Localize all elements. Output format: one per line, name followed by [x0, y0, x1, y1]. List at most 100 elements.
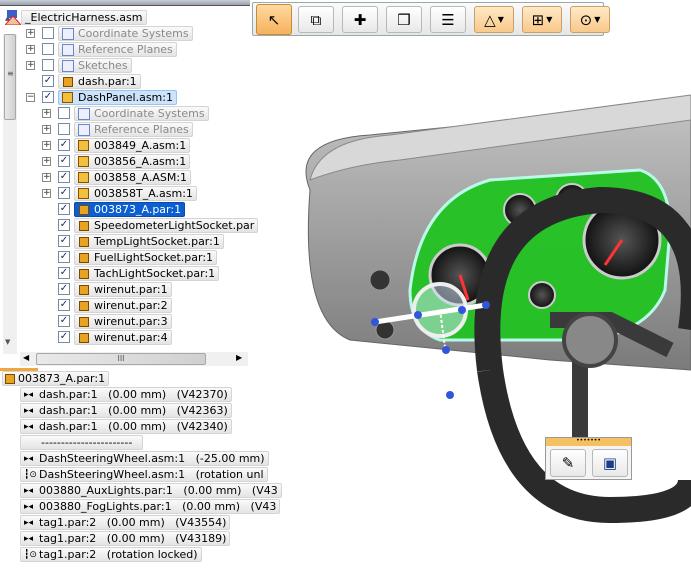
tree-item-label: 003858T_A.asm:1 — [94, 187, 193, 200]
visibility-checkbox[interactable]: ✓ — [58, 219, 70, 231]
dropdown-arrow-icon[interactable]: ▼ — [594, 15, 600, 24]
relationship-label: tag1.par:2 (rotation locked) — [39, 548, 198, 561]
expand-toggle[interactable]: + — [26, 61, 35, 70]
reference-planes-icon — [78, 124, 90, 136]
scroll-left-arrow[interactable]: ◀ — [23, 353, 29, 362]
tree-item[interactable]: ✓ wirenut.par:2 — [0, 298, 250, 313]
tree-item[interactable]: ✓ TempLightSocket.par:1 — [0, 234, 250, 249]
edit-part-button[interactable]: ✎ — [550, 449, 586, 477]
mini-toolbar: ••••••• ✎ ▣ — [545, 437, 632, 480]
window-icon: ▣ — [602, 454, 618, 472]
tree-item[interactable]: − ✓ DashPanel.asm:1 — [0, 90, 250, 105]
expand-toggle[interactable]: + — [42, 125, 51, 134]
tree-horizontal-scrollbar[interactable]: ◀ III ▶ — [20, 352, 248, 366]
flow-dropdown[interactable]: ⊞ ▼ — [522, 6, 562, 33]
tree-item[interactable]: ✓ TachLightSocket.par:1 — [0, 266, 250, 281]
flow-icon: ⊞ — [531, 10, 545, 29]
relationship-label: tag1.par:2 (0.00 mm) (V43554) — [39, 516, 227, 529]
tree-item[interactable]: + ✓ 003858T_A.asm:1 — [0, 186, 250, 201]
constraint-dropdown[interactable]: ⊙ ▼ — [570, 6, 610, 33]
tree-item[interactable]: ✓ FuelLightSocket.par:1 — [0, 250, 250, 265]
tree-item[interactable]: ✓ wirenut.par:1 — [0, 282, 250, 297]
tree-item[interactable]: + Reference Planes — [0, 122, 250, 137]
tree-item-label: 003849_A.asm:1 — [94, 139, 187, 152]
tree-item[interactable]: + ✓ 003856_A.asm:1 — [0, 154, 250, 169]
visibility-checkbox[interactable]: ✓ — [58, 235, 70, 247]
axial-align-icon: ┇⊙ — [24, 470, 37, 480]
tree-item[interactable]: ✓ wirenut.par:3 — [0, 314, 250, 329]
tree-item-label: 003873_A.par:1 — [94, 203, 182, 216]
tree-item[interactable]: + ✓ 003858_A.ASM:1 — [0, 170, 250, 185]
mate-icon: ▸◂ — [24, 502, 34, 512]
visibility-checkbox[interactable]: ✓ — [58, 155, 70, 167]
tree-item-label: Reference Planes — [78, 43, 173, 56]
mate-icon: ▸◂ — [24, 454, 34, 464]
visibility-checkbox[interactable]: ✓ — [58, 187, 70, 199]
visibility-checkbox[interactable]: ✓ — [58, 299, 70, 311]
move-dropdown[interactable]: △ ▼ — [474, 6, 514, 33]
visibility-checkbox[interactable] — [58, 123, 70, 135]
visibility-checkbox[interactable] — [58, 107, 70, 119]
visibility-checkbox[interactable]: ✓ — [58, 267, 70, 279]
visibility-checkbox[interactable] — [42, 27, 54, 39]
visibility-checkbox[interactable] — [42, 59, 54, 71]
tree-item-label: wirenut.par:2 — [94, 299, 168, 312]
tree-item[interactable]: + ✓ 003849_A.asm:1 — [0, 138, 250, 153]
part-icon — [79, 205, 89, 215]
dropdown-arrow-icon[interactable]: ▼ — [498, 15, 504, 24]
visibility-checkbox[interactable]: ✓ — [58, 139, 70, 151]
scroll-right-arrow[interactable]: ▶ — [236, 353, 242, 362]
axial-align-icon: ┇⊙ — [24, 550, 37, 560]
tree-item-label: dash.par:1 — [78, 75, 137, 88]
relationship-label: 003880_AuxLights.par:1 (0.00 mm) (V43 — [39, 484, 278, 497]
relationship-label: dash.par:1 (0.00 mm) (V42363) — [39, 404, 228, 417]
tree-item[interactable]: ✓ SpeedometerLightSocket.par — [0, 218, 259, 233]
grip-label: III — [117, 354, 125, 363]
visibility-checkbox[interactable]: ✓ — [58, 331, 70, 343]
expand-toggle[interactable]: + — [42, 109, 51, 118]
expand-toggle[interactable]: + — [42, 189, 51, 198]
tree-item-label: TachLightSocket.par:1 — [94, 267, 216, 280]
visibility-checkbox[interactable]: ✓ — [42, 91, 54, 103]
expand-toggle[interactable]: − — [26, 93, 35, 102]
hscroll-thumb[interactable]: III — [36, 353, 206, 365]
visibility-checkbox[interactable]: ✓ — [58, 203, 70, 215]
visibility-checkbox[interactable]: ✓ — [58, 171, 70, 183]
part-icon — [79, 301, 89, 311]
visibility-checkbox[interactable]: ✓ — [58, 251, 70, 263]
tree-item[interactable]: ✓ dash.par:1 — [0, 74, 250, 89]
select-tool-button[interactable]: ↖ — [256, 4, 292, 35]
tree-item[interactable]: + Reference Planes — [0, 42, 250, 57]
tree-item[interactable]: + Coordinate Systems — [0, 106, 250, 121]
visibility-checkbox[interactable] — [42, 43, 54, 55]
tree-item[interactable]: ✓ wirenut.par:4 — [0, 330, 250, 345]
part-icon — [79, 317, 89, 327]
view-button[interactable]: ▣ — [592, 449, 628, 477]
add-part-icon: ✚ — [353, 10, 367, 29]
expand-toggle[interactable]: + — [42, 141, 51, 150]
assembly-icon — [78, 188, 89, 199]
tree-item-label: wirenut.par:4 — [94, 331, 168, 344]
tree-item[interactable]: + Coordinate Systems — [0, 26, 250, 41]
tree-item[interactable]: ✓ 003873_A.par:1 — [0, 202, 250, 217]
expand-toggle[interactable]: + — [26, 29, 35, 38]
dropdown-arrow-icon[interactable]: ▼ — [546, 15, 552, 24]
tree-item[interactable]: + Sketches — [0, 58, 250, 73]
mate-icon: ▸◂ — [24, 518, 34, 528]
expand-toggle[interactable]: + — [42, 157, 51, 166]
copy-button[interactable]: ⧉ — [298, 6, 334, 33]
list-button[interactable]: ☰ — [430, 6, 466, 33]
tree-item-label: DashPanel.asm:1 — [78, 91, 173, 104]
visibility-checkbox[interactable]: ✓ — [58, 283, 70, 295]
select-parts-button[interactable]: ❒ — [386, 6, 422, 33]
expand-toggle[interactable]: + — [26, 45, 35, 54]
relationship-label: 003880_FogLights.par:1 (0.00 mm) (V43 — [39, 500, 277, 513]
expand-toggle[interactable]: + — [42, 173, 51, 182]
tree-item-label: wirenut.par:1 — [94, 283, 168, 296]
3d-viewport[interactable] — [250, 40, 691, 573]
mini-toolbar-grip[interactable]: ••••••• — [546, 438, 631, 446]
visibility-checkbox[interactable]: ✓ — [42, 75, 54, 87]
mate-icon: ▸◂ — [24, 534, 34, 544]
visibility-checkbox[interactable]: ✓ — [58, 315, 70, 327]
add-part-button[interactable]: ✚ — [342, 6, 378, 33]
